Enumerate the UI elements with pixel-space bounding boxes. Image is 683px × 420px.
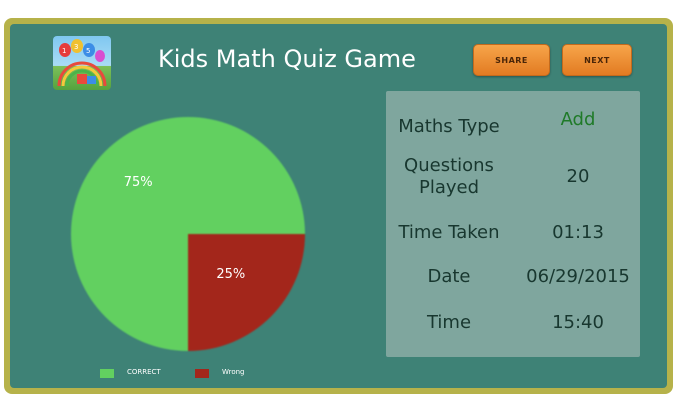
next-button[interactable]: NEXT [562,44,632,76]
stat-label: Date [427,266,471,287]
legend-label: CORRECT [127,368,161,376]
pie-slice-label: 25% [216,267,246,283]
stat-value: Add [560,109,596,130]
pie-slice-wrong [188,234,305,351]
share-button[interactable]: SHARE [473,44,550,76]
game-logo-icon: 1 3 5 [53,36,111,90]
stat-label: Questions Played [404,155,494,198]
stat-label: Time Taken [398,222,500,243]
result-pie-chart [68,114,308,354]
stat-value: 01:13 [552,222,604,243]
legend-swatch [195,369,209,378]
legend-swatch [100,369,114,378]
stat-value: 20 [566,166,590,187]
legend-label: Wrong [222,368,245,376]
stats-panel: Maths Type Add Questions Played 20 Time Taken… [386,91,640,357]
stat-label: Maths Type [398,116,500,137]
stat-value: 06/29/2015 [526,266,630,287]
stat-value: 15:40 [552,312,604,333]
stat-label: Time [426,312,472,333]
page-title: Kids Math Quiz Game [158,45,416,73]
svg-text:5: 5 [86,47,90,55]
svg-text:3: 3 [74,43,78,51]
svg-text:1: 1 [62,47,66,55]
pie-slice-label: 75% [123,174,153,190]
